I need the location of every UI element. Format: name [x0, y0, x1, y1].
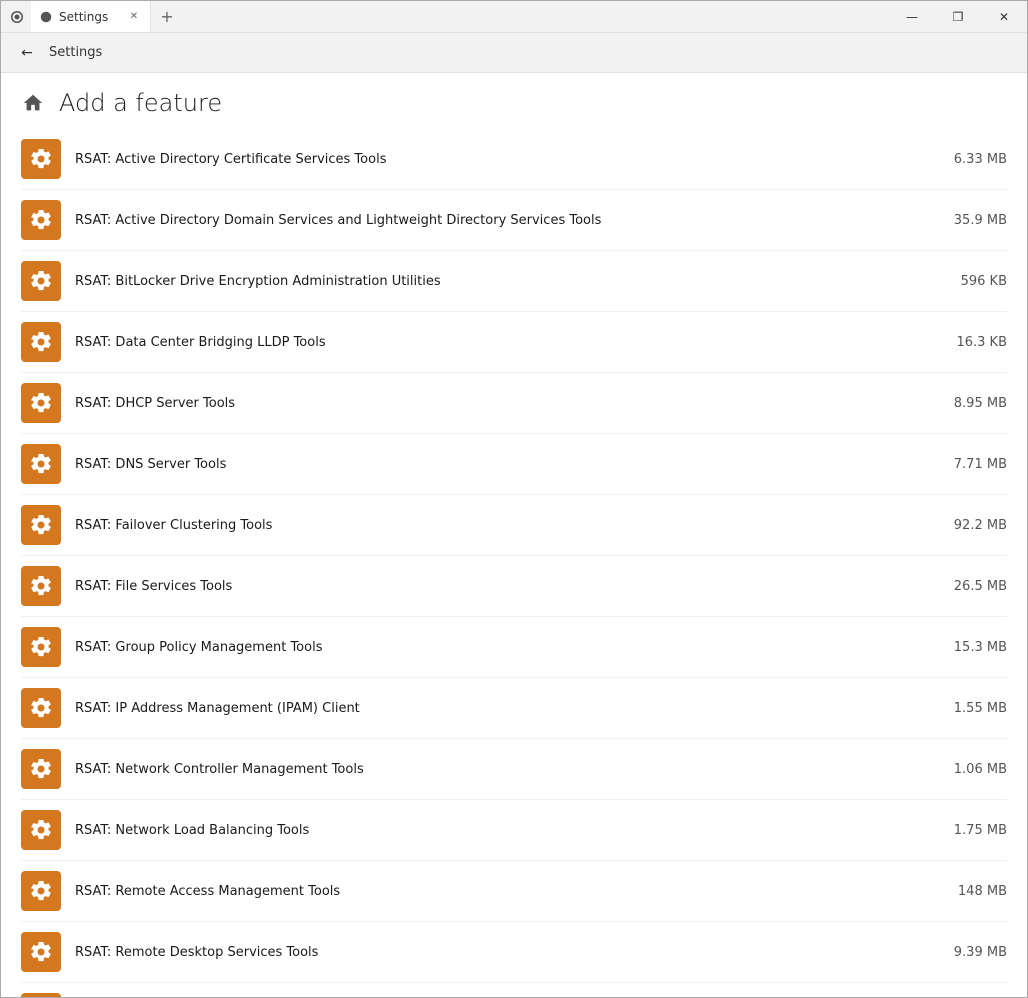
feature-item[interactable]: RSAT: Remote Access Management Tools 148 … — [21, 861, 1007, 922]
feature-item[interactable]: RSAT: Active Directory Domain Services a… — [21, 190, 1007, 251]
feature-item[interactable]: RSAT: Server Manager83.6 MB — [21, 983, 1007, 997]
close-button[interactable]: ✕ — [981, 1, 1027, 32]
feature-info: RSAT: Network Load Balancing Tools — [75, 819, 923, 840]
feature-item[interactable]: RSAT: File Services Tools 26.5 MB — [21, 556, 1007, 617]
feature-info: RSAT: DNS Server Tools — [75, 453, 923, 474]
feature-size: 8.95 MB — [937, 396, 1007, 411]
home-icon[interactable] — [21, 91, 45, 115]
feature-size: 1.55 MB — [937, 701, 1007, 716]
feature-size: 596 KB — [937, 274, 1007, 289]
feature-name: RSAT: Failover Clustering Tools — [75, 518, 272, 533]
feature-item[interactable]: RSAT: Remote Desktop Services Tools 9.39 … — [21, 922, 1007, 983]
feature-item[interactable]: RSAT: DHCP Server Tools 8.95 MB — [21, 373, 1007, 434]
feature-info: RSAT: Remote Desktop Services Tools — [75, 941, 923, 962]
back-button[interactable]: ← — [13, 39, 41, 67]
feature-item[interactable]: RSAT: Network Load Balancing Tools 1.75 M… — [21, 800, 1007, 861]
feature-icon — [21, 566, 61, 606]
feature-info: RSAT: Active Directory Certificate Servi… — [75, 148, 923, 169]
feature-size: 92.2 MB — [937, 518, 1007, 533]
breadcrumb: Settings — [49, 45, 102, 60]
feature-size: 35.9 MB — [937, 213, 1007, 228]
feature-name: RSAT: DNS Server Tools — [75, 457, 226, 472]
feature-icon — [21, 505, 61, 545]
content-area: Add a feature RSAT: Active Directory Cer… — [1, 73, 1027, 997]
feature-info: RSAT: Network Controller Management Tool… — [75, 758, 923, 779]
feature-icon — [21, 810, 61, 850]
new-tab-button[interactable]: + — [151, 1, 183, 32]
feature-item[interactable]: RSAT: Data Center Bridging LLDP Tools 16.… — [21, 312, 1007, 373]
feature-name: RSAT: Group Policy Management Tools — [75, 640, 322, 655]
feature-name: RSAT: IP Address Management (IPAM) Clien… — [75, 701, 360, 716]
maximize-button[interactable]: ❐ — [935, 1, 981, 32]
feature-info: RSAT: Group Policy Management Tools — [75, 636, 923, 657]
feature-size: 26.5 MB — [937, 579, 1007, 594]
feature-icon — [21, 261, 61, 301]
tab-favicon — [39, 10, 53, 24]
feature-icon — [21, 444, 61, 484]
feature-size: 1.75 MB — [937, 823, 1007, 838]
feature-name: RSAT: Network Controller Management Tool… — [75, 762, 364, 777]
feature-info: RSAT: Data Center Bridging LLDP Tools — [75, 331, 923, 352]
feature-info: RSAT: Active Directory Domain Services a… — [75, 209, 923, 230]
feature-item[interactable]: RSAT: Failover Clustering Tools 92.2 MB — [21, 495, 1007, 556]
feature-info: RSAT: File Services Tools — [75, 575, 923, 596]
feature-size: 1.06 MB — [937, 762, 1007, 777]
feature-item[interactable]: RSAT: BitLocker Drive Encryption Adminis… — [21, 251, 1007, 312]
feature-size: 7.71 MB — [937, 457, 1007, 472]
feature-icon — [21, 932, 61, 972]
feature-info: RSAT: DHCP Server Tools — [75, 392, 923, 413]
feature-size: 15.3 MB — [937, 640, 1007, 655]
feature-info: RSAT: BitLocker Drive Encryption Adminis… — [75, 270, 923, 291]
feature-icon — [21, 688, 61, 728]
feature-info: RSAT: Remote Access Management Tools — [75, 880, 923, 901]
feature-size: 6.33 MB — [937, 152, 1007, 167]
feature-icon — [21, 627, 61, 667]
feature-item[interactable]: RSAT: Active Directory Certificate Servi… — [21, 129, 1007, 190]
feature-icon — [21, 749, 61, 789]
feature-info: RSAT: IP Address Management (IPAM) Clien… — [75, 697, 923, 718]
feature-list: RSAT: Active Directory Certificate Servi… — [1, 129, 1027, 997]
feature-info: RSAT: Failover Clustering Tools — [75, 514, 923, 535]
feature-name: RSAT: Remote Desktop Services Tools — [75, 945, 318, 960]
feature-name: RSAT: BitLocker Drive Encryption Adminis… — [75, 274, 441, 289]
back-arrow-icon: ← — [21, 45, 33, 61]
feature-name: RSAT: Data Center Bridging LLDP Tools — [75, 335, 326, 350]
feature-name: RSAT: Remote Access Management Tools — [75, 884, 340, 899]
feature-size: 16.3 KB — [937, 335, 1007, 350]
feature-icon — [21, 200, 61, 240]
feature-name: RSAT: Network Load Balancing Tools — [75, 823, 309, 838]
feature-icon — [21, 139, 61, 179]
minimize-button[interactable]: — — [889, 1, 935, 32]
feature-name: RSAT: DHCP Server Tools — [75, 396, 235, 411]
settings-window: Settings ✕ + — ❐ ✕ ← Settings Add a feat… — [0, 0, 1028, 998]
feature-icon — [21, 871, 61, 911]
feature-icon — [21, 322, 61, 362]
title-bar: Settings ✕ + — ❐ ✕ — [1, 1, 1027, 33]
feature-name: RSAT: File Services Tools — [75, 579, 232, 594]
feature-size: 9.39 MB — [937, 945, 1007, 960]
feature-icon — [21, 383, 61, 423]
feature-item[interactable]: RSAT: IP Address Management (IPAM) Clien… — [21, 678, 1007, 739]
page-title: Add a feature — [59, 89, 222, 117]
app-icon — [9, 9, 25, 25]
tab-label: Settings — [59, 10, 120, 24]
settings-tab[interactable]: Settings ✕ — [31, 1, 151, 32]
feature-size: 148 MB — [937, 884, 1007, 899]
feature-item[interactable]: RSAT: Group Policy Management Tools 15.3 … — [21, 617, 1007, 678]
feature-icon — [21, 993, 61, 997]
tab-close-button[interactable]: ✕ — [126, 9, 142, 25]
window-controls: — ❐ ✕ — [889, 1, 1027, 32]
feature-name: RSAT: Active Directory Certificate Servi… — [75, 152, 386, 167]
tab-strip: Settings ✕ + — [31, 1, 889, 32]
feature-name: RSAT: Active Directory Domain Services a… — [75, 213, 601, 228]
feature-item[interactable]: RSAT: DNS Server Tools 7.71 MB — [21, 434, 1007, 495]
page-header: Add a feature — [1, 73, 1027, 129]
nav-bar: ← Settings — [1, 33, 1027, 73]
feature-item[interactable]: RSAT: Network Controller Management Tool… — [21, 739, 1007, 800]
